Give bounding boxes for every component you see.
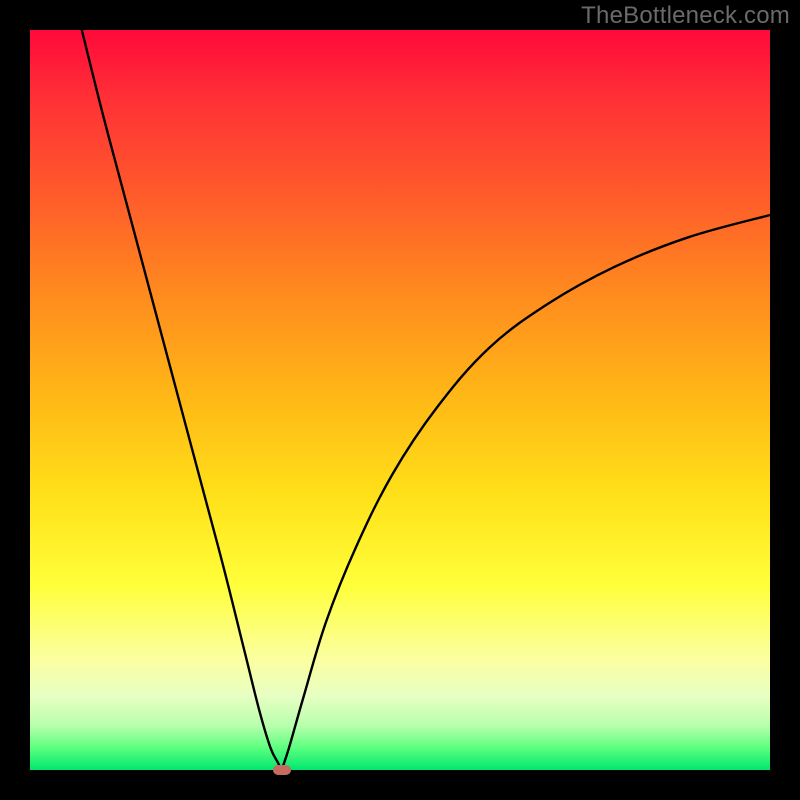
minimum-marker (273, 765, 291, 775)
curve-right-branch (282, 215, 770, 770)
chart-frame: TheBottleneck.com (0, 0, 800, 800)
curve-left-branch (82, 30, 282, 770)
plot-area (30, 30, 770, 770)
curve-svg (30, 30, 770, 770)
watermark-label: TheBottleneck.com (581, 2, 790, 30)
